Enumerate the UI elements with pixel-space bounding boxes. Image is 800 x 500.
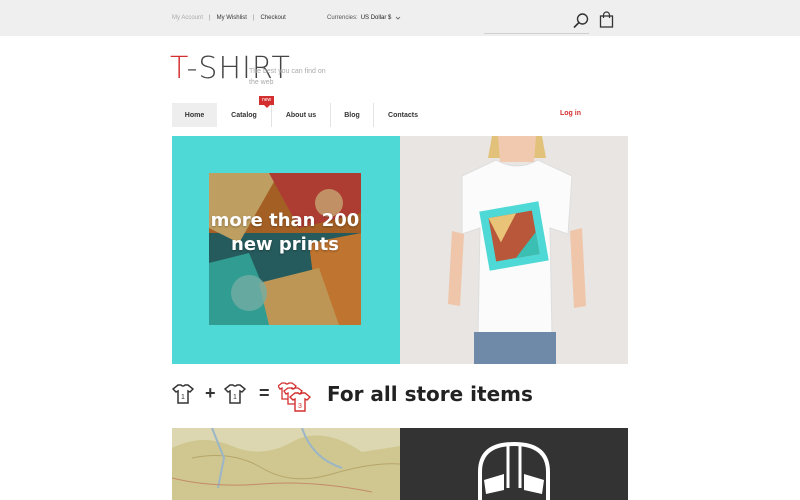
chevron-down-icon [396,16,401,20]
nav-item-blog[interactable]: Blog [331,103,374,127]
ice-cream-print-image: more than 200 new prints [209,173,361,325]
main-nav: Home Catalog About us Blog Contacts new [172,96,432,127]
promo-text: For all store items [327,382,533,406]
nav-item-contacts[interactable]: Contacts [374,103,432,127]
logo-first-letter: T [170,51,187,86]
model-tshirt-image [400,136,628,364]
currency-value[interactable]: US Dollar $ [361,15,392,21]
my-wishlist-link[interactable]: My Wishlist [217,15,247,21]
login-link[interactable]: Log in [560,110,581,117]
equals-sign: = [259,383,270,403]
top-bar: My Account | My Wishlist | Checkout Curr… [0,0,800,36]
separator: | [252,15,255,21]
currency-label: Currencies: [327,15,358,21]
helmet-print-tile[interactable] [400,428,628,500]
tshirt-icon: 1 [172,384,194,404]
search-icon[interactable] [572,12,590,30]
my-account-link[interactable]: My Account [172,15,203,21]
map-image [172,428,400,500]
separator: | [209,15,211,21]
model-photo[interactable] [400,136,628,364]
shirt-count: 1 [233,394,237,401]
tshirt-icon: 1 [224,384,246,404]
currency-selector[interactable]: Currencies: US Dollar $ [327,15,401,21]
search-input[interactable] [484,33,589,34]
plus-sign: + [205,383,216,403]
shirt-count: 1 [181,394,185,401]
promo-banner[interactable]: 1 + 1 = 3 For all store items [172,378,628,412]
nav-item-about-us[interactable]: About us [272,103,331,127]
map-print-tile[interactable] [172,428,400,500]
shirts-count: 3 [298,403,302,410]
checkout-link[interactable]: Checkout [260,15,285,21]
nav-item-home[interactable]: Home [172,103,217,127]
shopping-bag-icon[interactable] [599,11,614,28]
new-badge: new [259,96,275,108]
hero-headline: more than 200 new prints [210,210,360,255]
helmet-icon [400,428,628,500]
tshirts-stack-icon: 3 [278,382,312,412]
tagline: The best you can find on the web [249,68,326,86]
account-links: My Account | My Wishlist | Checkout [172,15,286,21]
hero-banner-prints[interactable]: more than 200 new prints [172,136,400,364]
